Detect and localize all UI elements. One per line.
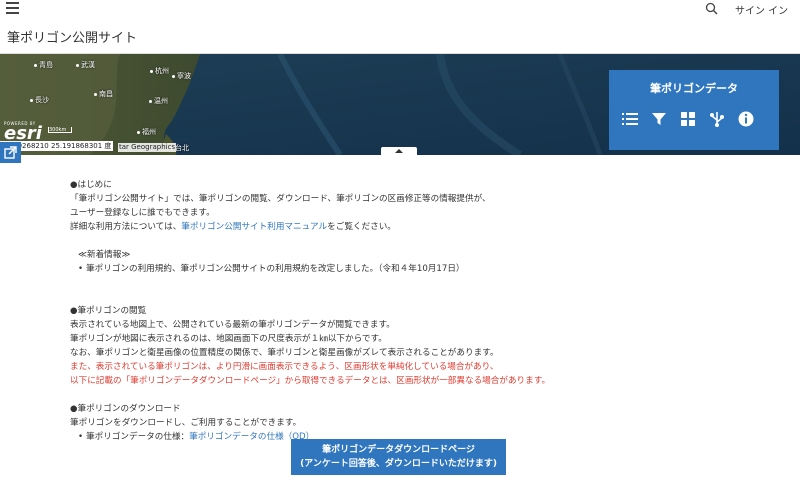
intro-text-suffix: をご覧ください。 bbox=[327, 222, 396, 232]
view-text: 筆ポリゴンが地図に表示されるのは、地図画面下の尺度表示が１㎞以下からです。 bbox=[70, 334, 387, 344]
polygon-data-panel: 筆ポリゴンデータ bbox=[609, 70, 779, 150]
main-content: ●はじめに 「筆ポリゴン公開サイト」では、筆ポリゴンの閲覧、ダウンロード、筆ポリ… bbox=[70, 178, 670, 444]
map-city-label: 杭州 bbox=[150, 66, 169, 76]
map-city-label: 武漢 bbox=[76, 60, 95, 70]
map-city-label: 寧波 bbox=[172, 71, 191, 81]
download-button-sublabel: (アンケート回答後、ダウンロードいただけます) bbox=[300, 459, 497, 469]
info-icon[interactable] bbox=[737, 110, 755, 128]
intro-text: ユーザー登録なしに誰でもできます。 bbox=[70, 208, 215, 218]
search-icon[interactable] bbox=[705, 2, 718, 15]
esri-wordmark: esri bbox=[4, 123, 42, 144]
view-heading: ●筆ポリゴンの閲覧 bbox=[70, 306, 147, 316]
intro-text: 「筆ポリゴン公開サイト」では、筆ポリゴンの閲覧、ダウンロード、筆ポリゴンの区画修… bbox=[70, 194, 491, 204]
download-page-button[interactable]: 筆ポリゴンデータダウンロードページ (アンケート回答後、ダウンロードいただけます… bbox=[291, 439, 506, 475]
download-text: 筆ポリゴンをダウンロードし、ご利用することができます。 bbox=[70, 418, 302, 428]
download-spec-label: 筆ポリゴンデータの仕様： bbox=[86, 432, 190, 442]
share-nodes-icon[interactable] bbox=[708, 110, 726, 128]
intro-text-prefix: 詳細な利用方法については、 bbox=[70, 222, 182, 232]
view-text: 表示されている地図上で、公開されている最新の筆ポリゴンデータが閲覧できます。 bbox=[70, 320, 395, 330]
view-text: なお、筆ポリゴンと衛星画像の位置精度の関係で、筆ポリゴンと衛星画像がズレて表示さ… bbox=[70, 348, 499, 358]
filter-icon[interactable] bbox=[650, 110, 668, 128]
view-warning: 以下に記載の「筆ポリゴンデータダウンロードページ」から取得できるデータとは、区画… bbox=[70, 376, 551, 386]
map-city-label: 長沙 bbox=[30, 95, 49, 105]
news-item: 筆ポリゴンの利用規約、筆ポリゴン公開サイトの利用規約を改定しました。（令和４年1… bbox=[70, 262, 670, 276]
menu-icon[interactable] bbox=[6, 2, 19, 14]
map-view[interactable]: 青島 武漢 杭州 寧波 長沙 南昌 温州 福州 台北 POWERED BY es… bbox=[0, 54, 800, 155]
download-heading: ●筆ポリゴンのダウンロード bbox=[70, 404, 181, 414]
top-bar: サイン イン bbox=[0, 0, 800, 18]
signin-link[interactable]: サイン イン bbox=[735, 2, 788, 17]
map-collapse-button[interactable] bbox=[381, 147, 417, 155]
list-icon[interactable] bbox=[621, 110, 639, 128]
map-city-label: 温州 bbox=[149, 96, 168, 106]
panel-title: 筆ポリゴンデータ bbox=[650, 82, 738, 95]
manual-link[interactable]: 筆ポリゴン公開サイト利用マニュアル bbox=[181, 222, 327, 232]
map-city-label: 南昌 bbox=[94, 89, 113, 99]
grid-icon[interactable] bbox=[679, 110, 697, 128]
news-heading: ≪新着情報≫ bbox=[78, 250, 131, 260]
map-city-label: 青島 bbox=[34, 60, 53, 70]
download-button-label: 筆ポリゴンデータダウンロードページ bbox=[322, 445, 475, 455]
external-link-icon[interactable] bbox=[0, 142, 21, 163]
view-warning: また、表示されている筆ポリゴンは、より円滑に画面表示できるよう、区画形状を単純化… bbox=[70, 362, 499, 372]
intro-text: 詳細な利用方法については、筆ポリゴン公開サイト利用マニュアルをご覧ください。 bbox=[70, 220, 670, 234]
scale-bar: 300km bbox=[48, 127, 72, 133]
map-city-label: 福州 bbox=[137, 127, 156, 137]
esri-logo: POWERED BY esri bbox=[4, 121, 42, 144]
page-title: 筆ポリゴン公開サイト bbox=[7, 31, 138, 46]
panel-toolbar bbox=[619, 110, 769, 128]
map-attribution[interactable]: tar Geographics bbox=[118, 143, 177, 152]
intro-heading: ●はじめに bbox=[70, 180, 112, 190]
